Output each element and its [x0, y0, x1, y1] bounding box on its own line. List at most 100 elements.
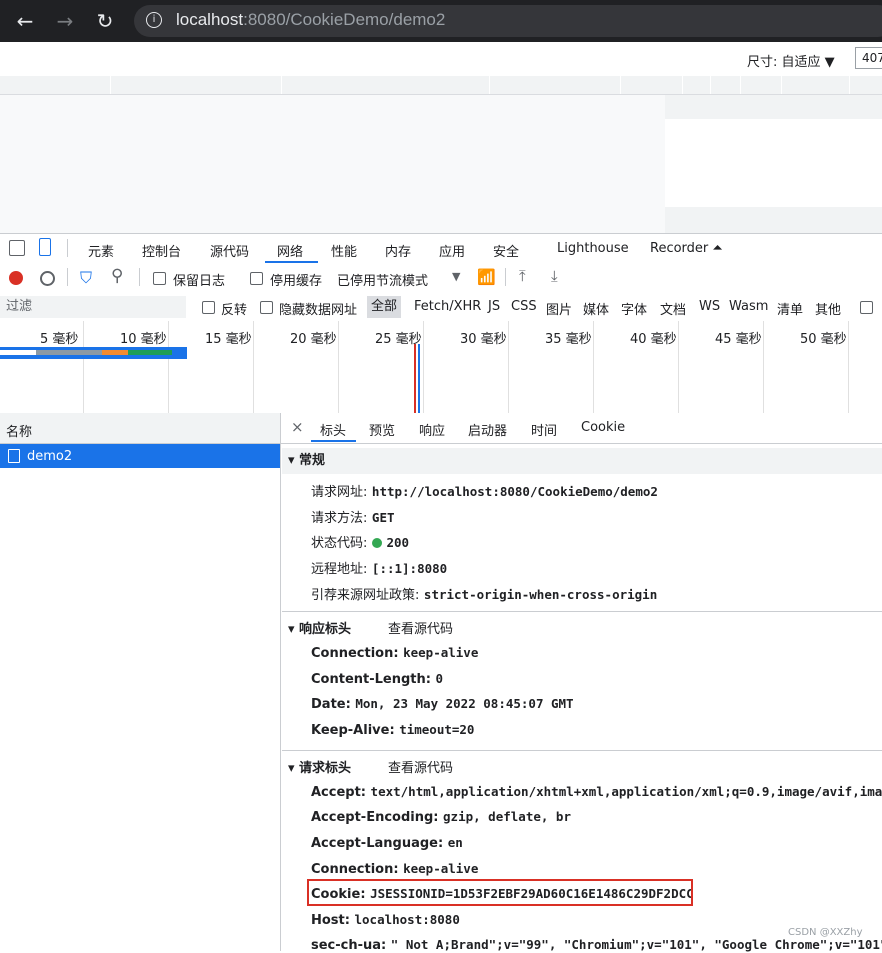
document-icon	[8, 449, 20, 463]
tab-memory[interactable]: 内存	[385, 241, 411, 260]
timeline-download-segment	[128, 350, 172, 355]
reload-icon[interactable]: ↻	[92, 8, 118, 34]
active-tab-indicator	[265, 261, 318, 263]
tab-security[interactable]: 安全	[493, 241, 519, 260]
preserve-log-label: 保留日志	[173, 274, 226, 289]
filter-type-js[interactable]: JS	[488, 299, 500, 314]
header-name: Host:	[311, 913, 350, 928]
hide-data-urls-checkbox[interactable]	[260, 301, 273, 314]
network-conditions-icon[interactable]: 📶	[477, 268, 496, 286]
header-row: Accept-Encoding: gzip, deflate, br	[311, 809, 571, 825]
filter-type-other[interactable]: 其他	[815, 299, 841, 318]
tab-lighthouse[interactable]: Lighthouse	[557, 241, 629, 256]
filter-type-fetch-xhr[interactable]: Fetch/XHR	[414, 299, 481, 314]
header-row: Accept-Language: en	[311, 835, 463, 851]
timeline-load-marker	[414, 344, 416, 413]
list-header[interactable]	[0, 413, 280, 444]
export-har-icon[interactable]: ⤓	[551, 267, 558, 285]
import-har-icon[interactable]: ⤒	[519, 267, 526, 285]
dimensions-dropdown[interactable]: 尺寸: 自适应 ▼	[747, 51, 835, 70]
header-value: [::1]:8080	[371, 561, 448, 576]
blocked-requests-checkbox[interactable]	[860, 301, 873, 314]
tab-network[interactable]: 网络	[277, 241, 303, 260]
filter-type-wasm[interactable]: Wasm	[729, 299, 768, 314]
tab-response[interactable]: 响应	[419, 420, 445, 439]
info-icon[interactable]: i	[146, 12, 162, 28]
filter-type-ws[interactable]: WS	[699, 299, 720, 314]
separator	[139, 268, 140, 286]
header-name: Connection:	[311, 862, 399, 877]
ruler-divider	[489, 76, 490, 94]
filter-type-font[interactable]: 字体	[621, 299, 647, 318]
tab-headers[interactable]: 标头	[320, 420, 346, 439]
general-section-header[interactable]: ▾ 常规	[282, 448, 882, 474]
tab-initiator[interactable]: 启动器	[468, 420, 507, 439]
timeline-tick-label: 50 毫秒	[800, 332, 847, 347]
timeline-gridline	[338, 321, 339, 413]
chevron-down-icon[interactable]: ▼	[452, 270, 460, 283]
url-text[interactable]: localhost:8080/CookieDemo/demo2	[176, 10, 445, 30]
filter-type-css[interactable]: CSS	[511, 299, 537, 314]
width-input[interactable]: 407	[855, 47, 882, 69]
filter-type-all[interactable]: 全部	[367, 296, 402, 318]
request-headers-section	[282, 750, 882, 777]
tab-timing[interactable]: 时间	[531, 420, 557, 439]
filter-type-manifest[interactable]: 清单	[777, 299, 803, 318]
timeline-tick-label: 45 毫秒	[715, 332, 762, 347]
timeline-tick-label: 35 毫秒	[545, 332, 592, 347]
record-icon[interactable]	[9, 271, 23, 285]
tab-recorder[interactable]: Recorder ⏶	[650, 241, 723, 256]
timeline-tick-label: 20 毫秒	[290, 332, 337, 347]
ruler-divider	[682, 76, 683, 94]
tab-console[interactable]: 控制台	[142, 241, 181, 260]
header-name: Accept:	[311, 785, 367, 800]
inspect-element-icon[interactable]	[9, 240, 25, 256]
tab-cookies[interactable]: Cookie	[581, 420, 625, 435]
header-value: gzip, deflate, br	[443, 809, 571, 824]
clear-icon[interactable]	[40, 271, 55, 286]
response-headers-title[interactable]: ▾ 响应标头	[288, 618, 351, 637]
tab-performance[interactable]: 性能	[331, 241, 357, 260]
view-source-button[interactable]: 查看源代码	[388, 757, 453, 776]
header-value: text/html,application/xhtml+xml,applicat…	[370, 784, 882, 799]
header-row: Content-Length: 0	[311, 671, 443, 687]
device-toggle-icon[interactable]	[39, 238, 51, 256]
column-name-header[interactable]: 名称	[6, 421, 32, 440]
throttling-dropdown[interactable]: 已停用节流模式	[337, 270, 428, 289]
request-list	[0, 413, 281, 951]
search-icon[interactable]: ⚲	[111, 266, 123, 286]
preserve-log-checkbox[interactable]	[153, 272, 166, 285]
filter-type-doc[interactable]: 文档	[660, 299, 686, 318]
tab-preview[interactable]: 预览	[369, 420, 395, 439]
timeline-gridline	[763, 321, 764, 413]
header-name: 状态代码:	[311, 536, 368, 551]
header-value: keep-alive	[403, 645, 479, 660]
header-name: 引荐来源网址政策:	[311, 588, 420, 603]
hide-data-urls-label: 隐藏数据网址	[279, 303, 358, 318]
header-row: Connection: keep-alive	[311, 645, 478, 661]
header-value: keep-alive	[403, 861, 479, 876]
media-query-bar[interactable]	[0, 76, 882, 95]
back-arrow-icon[interactable]: ←	[12, 8, 38, 34]
forward-arrow-icon[interactable]: →	[52, 8, 78, 34]
filter-icon[interactable]: ⛉	[80, 268, 92, 288]
filter-type-img[interactable]: 图片	[546, 299, 572, 318]
timeline-gridline	[848, 321, 849, 413]
close-icon[interactable]: ×	[291, 418, 304, 436]
filter-type-media[interactable]: 媒体	[583, 299, 609, 318]
timeline-gridline	[423, 321, 424, 413]
tab-application[interactable]: 应用	[439, 241, 465, 260]
invert-checkbox[interactable]	[202, 301, 215, 314]
request-headers-title[interactable]: ▾ 请求标头	[288, 757, 351, 776]
filter-input[interactable]: 过滤	[0, 296, 186, 318]
tab-sources[interactable]: 源代码	[210, 241, 249, 260]
timeline-tick-label: 40 毫秒	[630, 332, 677, 347]
header-name: Date:	[311, 697, 351, 712]
header-name: Connection:	[311, 646, 399, 661]
disable-cache-checkbox[interactable]	[250, 272, 263, 285]
header-name: 远程地址:	[311, 562, 368, 577]
header-value: timeout=20	[399, 722, 475, 737]
request-name[interactable]: demo2	[27, 449, 72, 464]
tab-elements[interactable]: 元素	[88, 241, 114, 260]
view-source-button[interactable]: 查看源代码	[388, 618, 453, 637]
